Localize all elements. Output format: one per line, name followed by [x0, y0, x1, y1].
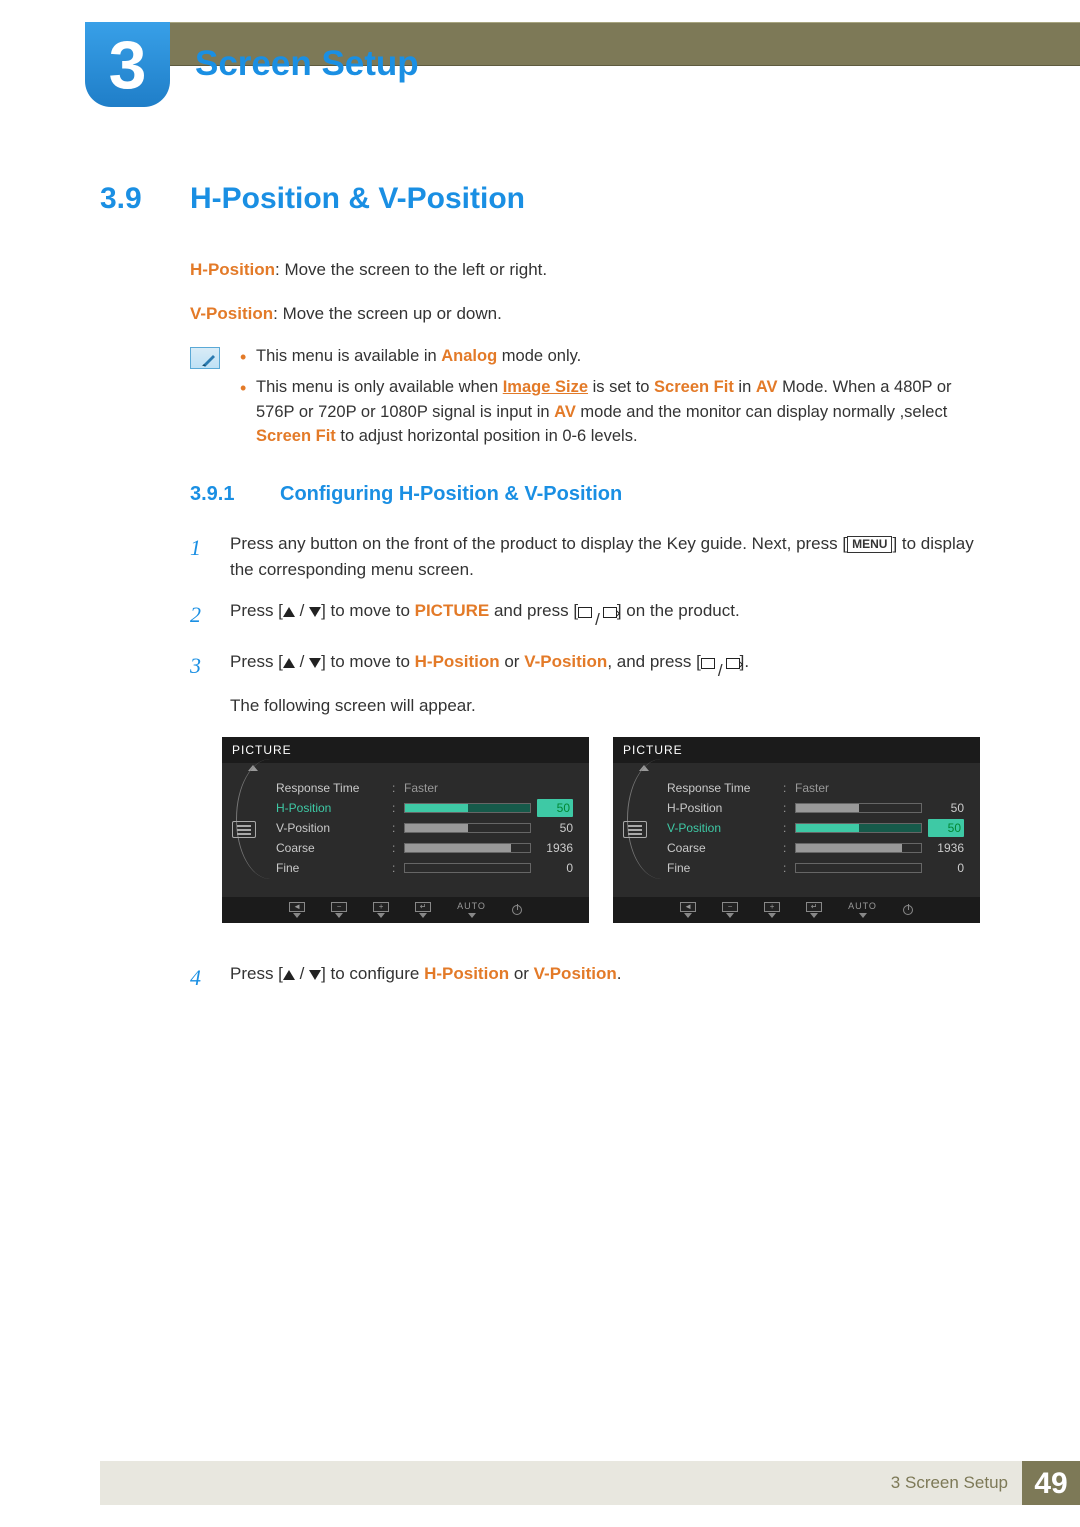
- step-body: Press [ / ] to configure H-Position or V…: [230, 961, 980, 994]
- page-content: 3.9 H-Position & V-Position H-Position: …: [100, 176, 980, 1010]
- osd-screenshots: PICTURE Response Time:Faster H-Position:…: [222, 737, 980, 923]
- definition-h: H-Position: Move the screen to the left …: [190, 257, 980, 283]
- osd-title: PICTURE: [613, 737, 980, 763]
- menu-button-glyph: MENU: [847, 536, 892, 553]
- osd-auto-label: AUTO: [457, 902, 486, 918]
- note-item-1: This menu is available in Analog mode on…: [234, 344, 980, 369]
- definition-v: V-Position: Move the screen up or down.: [190, 301, 980, 327]
- osd-enter-icon: ↵: [806, 902, 822, 918]
- up-triangle-icon: [283, 658, 295, 668]
- down-triangle-icon: [309, 607, 321, 617]
- section-number: 3.9: [100, 176, 168, 221]
- osd-minus-icon: −: [331, 902, 347, 918]
- osd-plus-icon: +: [764, 902, 780, 918]
- note-block: This menu is available in Analog mode on…: [190, 344, 980, 455]
- step-4: 4 Press [ / ] to configure H-Position or…: [190, 961, 980, 994]
- step-number: 3: [190, 649, 212, 945]
- down-triangle-icon: [309, 970, 321, 980]
- up-triangle-icon: [283, 607, 295, 617]
- osd-auto-label: AUTO: [848, 902, 877, 918]
- osd-footer: ◄ − + ↵ AUTO: [222, 897, 589, 923]
- section-body: H-Position: Move the screen to the left …: [190, 257, 980, 994]
- step-3: 3 Press [ / ] to move to H-Position or V…: [190, 649, 980, 945]
- step-2: 2 Press [ / ] to move to PICTURE and pre…: [190, 598, 980, 633]
- osd-plus-icon: +: [373, 902, 389, 918]
- up-triangle-icon: [283, 970, 295, 980]
- page-footer: 3 Screen Setup 49: [100, 1461, 1080, 1505]
- step-1: 1 Press any button on the front of the p…: [190, 531, 980, 582]
- h-position-term: H-Position: [190, 260, 275, 279]
- osd-minus-icon: −: [722, 902, 738, 918]
- note-icon: [190, 347, 220, 369]
- step-number: 4: [190, 961, 212, 994]
- section-title: H-Position & V-Position: [190, 176, 525, 221]
- step-number: 1: [190, 531, 212, 582]
- enter-source-icon: /: [701, 658, 740, 684]
- osd-power-icon: [903, 905, 913, 915]
- osd-back-icon: ◄: [289, 902, 305, 918]
- osd-enter-icon: ↵: [415, 902, 431, 918]
- osd-back-icon: ◄: [680, 902, 696, 918]
- osd-title: PICTURE: [222, 737, 589, 763]
- osd-footer: ◄ − + ↵ AUTO: [613, 897, 980, 923]
- osd-panel-v-position: PICTURE Response Time:Faster H-Position:…: [613, 737, 980, 923]
- note-list: This menu is available in Analog mode on…: [234, 344, 980, 455]
- footer-page-number: 49: [1022, 1461, 1080, 1505]
- chapter-number-tab: 3: [85, 22, 170, 107]
- osd-panel-h-position: PICTURE Response Time:Faster H-Position:…: [222, 737, 589, 923]
- footer-chapter-label: 3 Screen Setup: [891, 1470, 1008, 1496]
- chapter-title: Screen Setup: [195, 38, 419, 91]
- steps-list: 1 Press any button on the front of the p…: [190, 531, 980, 994]
- down-triangle-icon: [309, 658, 321, 668]
- step-body: Press [ / ] to move to PICTURE and press…: [230, 598, 980, 633]
- subsection-number: 3.9.1: [190, 479, 258, 509]
- enter-source-icon: /: [578, 607, 617, 633]
- note-item-2: This menu is only available when Image S…: [234, 375, 980, 449]
- subsection-heading: 3.9.1 Configuring H-Position & V-Positio…: [190, 479, 980, 509]
- osd-power-icon: [512, 905, 522, 915]
- step-body: Press [ / ] to move to H-Position or V-P…: [230, 649, 980, 945]
- step-number: 2: [190, 598, 212, 633]
- section-heading: 3.9 H-Position & V-Position: [100, 176, 980, 221]
- subsection-title: Configuring H-Position & V-Position: [280, 479, 622, 509]
- v-position-term: V-Position: [190, 304, 273, 323]
- chapter-number: 3: [109, 14, 147, 116]
- step-body: Press any button on the front of the pro…: [230, 531, 980, 582]
